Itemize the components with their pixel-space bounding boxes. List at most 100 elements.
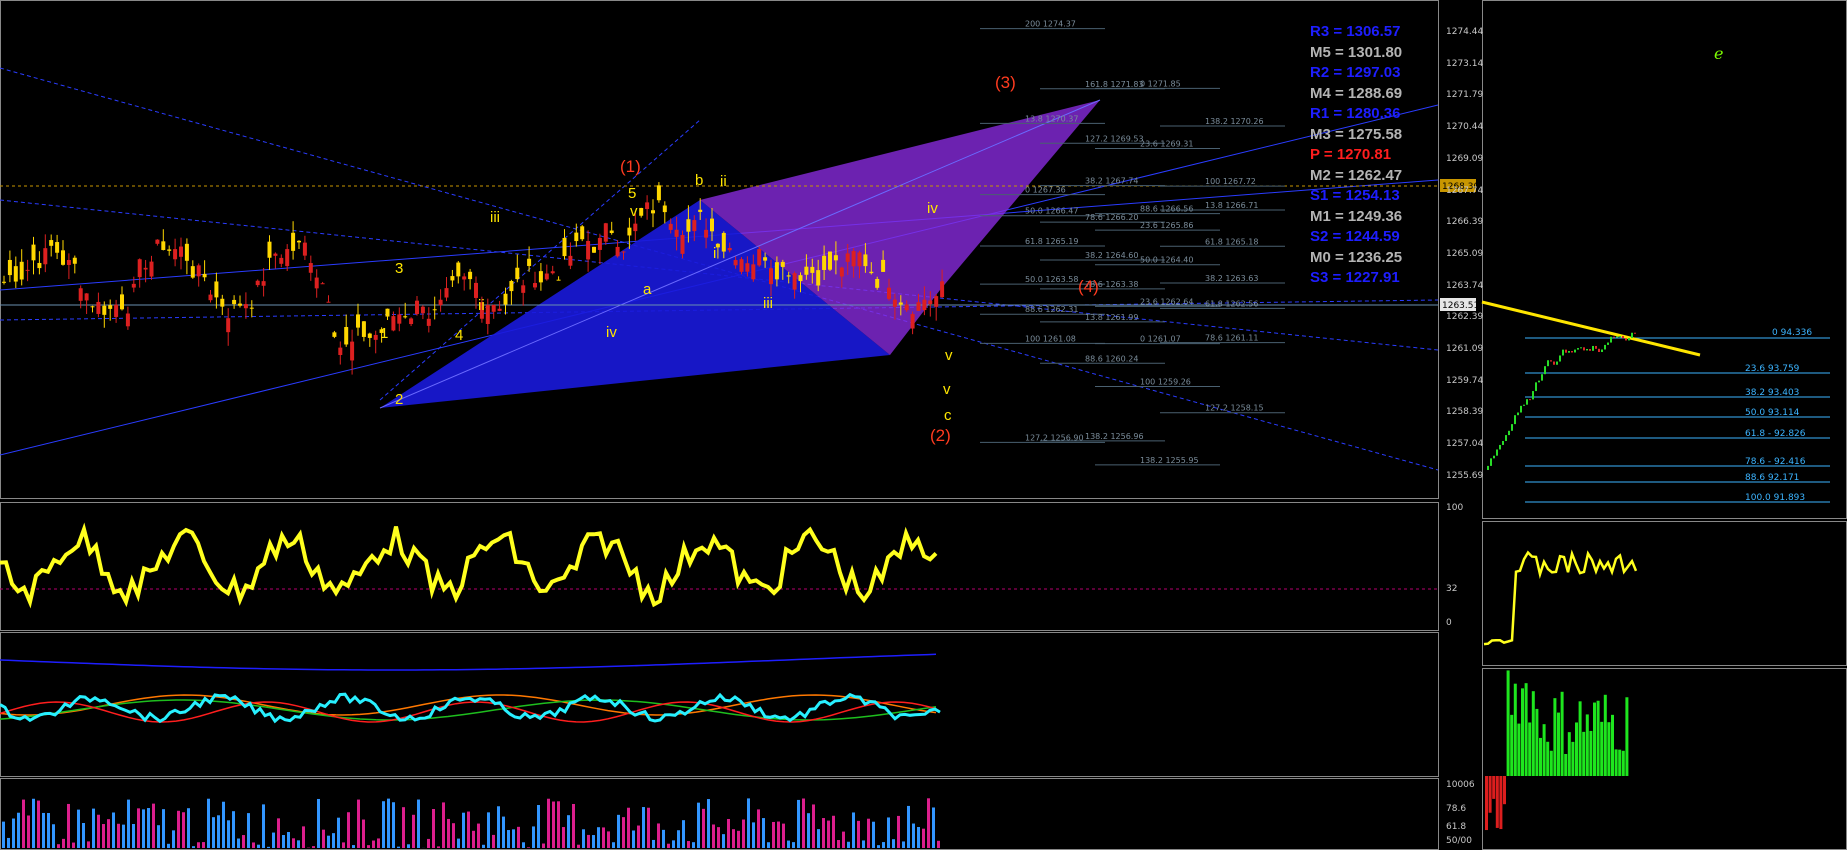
candle-body <box>361 321 366 337</box>
osc3-tick-1: 10006 <box>1446 780 1475 790</box>
side-candle <box>1517 412 1519 416</box>
candle-body <box>881 259 886 272</box>
candle-body <box>527 258 532 266</box>
candle-body <box>332 332 337 337</box>
osc3-bar <box>532 826 535 848</box>
osc3-bar <box>912 823 915 848</box>
osc3-bar <box>687 841 690 848</box>
candle-body <box>727 247 732 251</box>
fib-label: 38.2 1267.74 <box>1085 177 1138 186</box>
wave-label-yellow: v <box>943 381 951 398</box>
side-hist-bar <box>1513 683 1517 776</box>
osc3-bar <box>702 808 705 848</box>
side-hist-bar <box>1549 750 1553 776</box>
side-candle <box>1628 338 1630 341</box>
osc3-tick-4: 50/00 <box>1446 836 1472 846</box>
side-hist-bar <box>1531 691 1535 776</box>
side-candle <box>1583 347 1585 351</box>
osc3-bar <box>707 799 710 848</box>
price-tick-label: 1263.74 <box>1446 280 1484 291</box>
osc3-bar <box>472 830 475 848</box>
osc3-bar <box>177 810 180 848</box>
osc3-bar <box>737 830 740 848</box>
pivot-level: R3 = 1306.57 <box>1310 23 1401 40</box>
fib-label: 13.8 1266.71 <box>1205 201 1258 210</box>
price-tick-label: 1271.79 <box>1446 90 1484 101</box>
candle-body <box>568 255 573 266</box>
osc1-tick-32: 32 <box>1446 584 1458 594</box>
osc3-bar <box>512 829 515 848</box>
osc3-bar <box>557 801 560 848</box>
osc3-bar <box>872 821 875 848</box>
osc3-bar <box>822 818 825 848</box>
side-chart-frame <box>1482 0 1847 519</box>
candle-body <box>444 288 449 298</box>
osc2-line <box>0 653 937 671</box>
osc3-bar <box>787 840 790 848</box>
candle-body <box>615 246 620 257</box>
side-candle <box>1544 366 1546 375</box>
osc3-bar <box>187 808 190 848</box>
osc3-bar <box>492 834 495 848</box>
fib-label: 23.6 1262.64 <box>1140 297 1193 306</box>
candle-body <box>19 261 24 280</box>
candle-body <box>285 249 290 267</box>
side-candle <box>1592 345 1594 351</box>
oscillator-1 <box>0 522 1438 609</box>
osc3-bar <box>592 835 595 848</box>
candle-body <box>757 249 762 266</box>
osc3-bar <box>437 846 440 848</box>
osc3-bar <box>657 823 660 848</box>
candle-body <box>645 202 650 210</box>
side-hist-bar <box>1575 722 1578 776</box>
candle-body <box>898 302 903 305</box>
osc3-bar <box>837 840 840 848</box>
price-tick-label: 1266.39 <box>1446 217 1484 228</box>
osc3-tick-3: 61.8 <box>1446 822 1467 832</box>
osc3-bar <box>17 812 20 848</box>
candle-body <box>232 299 237 305</box>
osc3-bar <box>642 807 645 848</box>
osc3-bar <box>207 798 210 848</box>
osc3-bar <box>252 842 255 848</box>
osc3-bar <box>922 828 925 848</box>
candle-body <box>609 230 614 234</box>
side-candle <box>1613 336 1615 338</box>
osc3-bar <box>497 806 500 848</box>
osc3-bar <box>357 799 360 848</box>
fib-label: 13.8 1270.37 <box>1025 114 1078 123</box>
osc3-bar <box>867 818 870 848</box>
candle-body <box>261 281 266 286</box>
candle-body <box>37 262 42 269</box>
osc3-bar <box>82 823 85 848</box>
wave-label-red: (1) <box>620 157 641 176</box>
price-tick-label: 1262.39 <box>1446 312 1484 323</box>
side-candle <box>1541 374 1543 381</box>
osc3-bar <box>262 804 265 848</box>
candle-body <box>432 309 437 311</box>
osc3-bar <box>537 805 540 848</box>
candle-body <box>833 255 838 261</box>
candle-body <box>751 264 756 280</box>
osc3-bar <box>192 846 195 848</box>
candle-body <box>385 308 390 317</box>
candle-body <box>798 275 803 282</box>
side-hist-bar <box>1618 749 1622 776</box>
candle-body <box>243 304 248 309</box>
osc3-bar <box>432 809 435 848</box>
candle-body <box>845 253 850 262</box>
osc3-bar <box>292 838 295 848</box>
candle-body <box>674 229 679 237</box>
fib-label: 50.0 1263.58 <box>1025 275 1078 284</box>
candle-body <box>816 270 821 286</box>
candle-body <box>592 246 596 253</box>
osc3-bar <box>392 802 395 848</box>
osc3-bar <box>417 799 420 848</box>
candle-body <box>155 239 160 244</box>
price-tick-label: 1265.09 <box>1446 248 1484 259</box>
candle-body <box>887 287 891 299</box>
current-price-label: 1263.51 <box>1442 301 1479 311</box>
osc3-bar <box>587 834 590 848</box>
side-candle <box>1493 455 1495 459</box>
osc3-bar <box>507 830 510 848</box>
